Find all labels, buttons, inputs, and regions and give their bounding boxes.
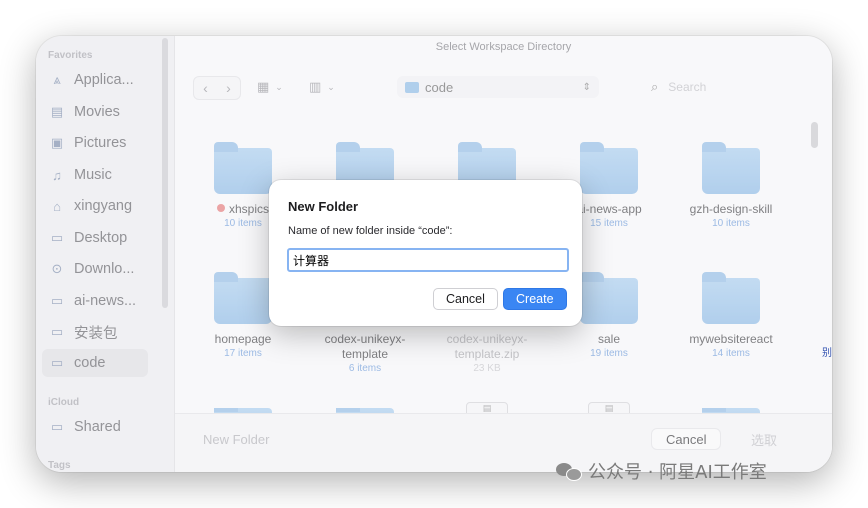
dialog-cancel-button[interactable]: Cancel — [433, 288, 498, 310]
dialog-label: Name of new folder inside “code”: — [288, 225, 453, 237]
create-button[interactable]: Create — [503, 288, 567, 310]
folder-name-input[interactable] — [287, 248, 569, 272]
new-folder-dialog: New Folder Name of new folder inside “co… — [269, 180, 582, 326]
dialog-title: New Folder — [288, 199, 359, 214]
watermark: 公众号 · 阿星AI工作室 — [556, 458, 767, 484]
edge-text: 别 — [822, 348, 832, 359]
wechat-icon — [556, 461, 582, 481]
watermark-text: 公众号 · 阿星AI工作室 — [588, 462, 767, 483]
